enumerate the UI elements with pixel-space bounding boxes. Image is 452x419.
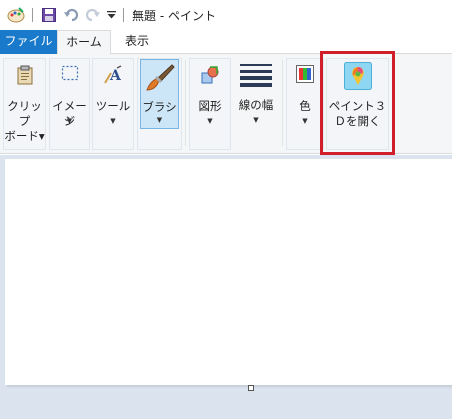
customize-quick-access-icon[interactable] — [105, 6, 117, 24]
undo-icon[interactable] — [62, 6, 80, 24]
workspace — [0, 155, 452, 419]
shapes-label: 図形 — [198, 99, 222, 113]
colors-button[interactable]: 色 ▼ — [287, 59, 323, 149]
save-icon[interactable] — [40, 6, 58, 24]
shapes-icon — [200, 65, 220, 88]
image-dropdown-arrow: ▼ — [66, 117, 73, 125]
window-title: 無題 - ペイント — [132, 9, 216, 23]
drawing-canvas[interactable] — [5, 159, 452, 385]
paint-app-icon[interactable] — [6, 6, 26, 24]
brushes-label: ブラシ — [142, 100, 177, 114]
tab-home[interactable]: ホーム — [57, 30, 111, 55]
title-separator — [32, 8, 33, 22]
canvas-resize-handle[interactable] — [248, 385, 254, 391]
brushes-button[interactable]: ブラシ ▼ — [140, 59, 179, 129]
redo-icon[interactable] — [84, 6, 102, 24]
line-width-icon — [240, 63, 272, 90]
title-bar: 無題 - ペイント — [0, 0, 452, 30]
colors-group: 色 ▼ — [286, 58, 324, 150]
brushes-dropdown-arrow: ▼ — [156, 116, 163, 124]
clipboard-button[interactable]: クリップ ボード▾ — [4, 59, 45, 149]
shapes-group: 図形 ▼ — [189, 58, 231, 150]
line-width-dropdown-arrow: ▼ — [253, 116, 259, 124]
shapes-dropdown-arrow: ▼ — [207, 117, 213, 125]
tools-label: ツール — [95, 99, 131, 113]
tools-dropdown-arrow: ▼ — [110, 117, 116, 125]
clipboard-label-line1: クリップ — [7, 99, 42, 128]
clipboard-icon — [17, 65, 33, 88]
shapes-button[interactable]: 図形 ▼ — [190, 59, 230, 149]
line-width-label: 線の幅 — [238, 98, 274, 112]
image-button[interactable]: イメージ ▼ — [50, 59, 89, 149]
brush-icon — [144, 62, 176, 95]
tools-button[interactable]: A ツール ▼ — [93, 59, 133, 149]
clipboard-label-line2: ボード▾ — [4, 129, 45, 143]
text-tool-icon: A — [103, 65, 123, 88]
group-separator — [185, 60, 186, 146]
colors-label: 色 — [299, 99, 311, 113]
tools-group: A ツール ▼ — [92, 58, 134, 150]
group-separator — [282, 60, 283, 146]
highlight-box — [320, 51, 395, 155]
svg-text:A: A — [109, 68, 122, 84]
clipboard-label: クリップ ボード▾ — [4, 99, 45, 144]
brushes-group: ブラシ ▼ — [137, 58, 182, 150]
color-palette-icon — [296, 65, 314, 86]
clipboard-group: クリップ ボード▾ — [3, 58, 46, 150]
tab-file[interactable]: ファイル — [0, 30, 57, 54]
select-icon — [61, 65, 79, 84]
line-width-button[interactable]: 線の幅 ▼ — [234, 58, 278, 148]
title-separator — [123, 8, 124, 22]
colors-dropdown-arrow: ▼ — [302, 117, 308, 125]
image-group: イメージ ▼ — [49, 58, 90, 150]
tab-view[interactable]: 表示 — [112, 30, 162, 54]
